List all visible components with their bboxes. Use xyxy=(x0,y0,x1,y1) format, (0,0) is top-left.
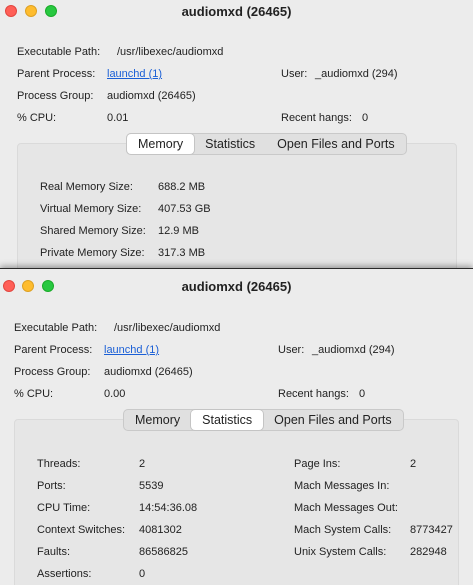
statistics-panel: Threads: 2 Ports: 5539 CPU Time: 14:54:3… xyxy=(14,419,459,585)
process-group-label: Process Group: xyxy=(14,366,91,378)
tab-memory[interactable]: Memory xyxy=(124,410,191,430)
tab-open-files-and-ports[interactable]: Open Files and Ports xyxy=(266,134,405,154)
parent-process-label: Parent Process: xyxy=(17,68,96,80)
memory-label: Private Memory Size: xyxy=(40,247,145,259)
executable-path-label: Executable Path: xyxy=(17,46,101,58)
memory-panel: Real Memory Size: 688.2 MB Virtual Memor… xyxy=(17,143,457,268)
process-window-statistics: audiomxd (26465) Executable Path: /usr/l… xyxy=(0,268,473,585)
stat-value: 8773427 xyxy=(410,524,453,536)
stat-label: Unix System Calls: xyxy=(294,546,387,558)
parent-process-link[interactable]: launchd (1) xyxy=(107,68,162,80)
window-title: audiomxd (26465) xyxy=(181,279,292,294)
title-bar: audiomxd (26465) xyxy=(0,0,473,24)
stat-label: Mach Messages Out: xyxy=(294,502,398,514)
process-group-label: Process Group: xyxy=(17,90,94,102)
executable-path-label: Executable Path: xyxy=(14,322,98,334)
stat-value: 2 xyxy=(410,458,417,470)
tab-open-files-and-ports[interactable]: Open Files and Ports xyxy=(263,410,402,430)
memory-value: 407.53 GB xyxy=(158,203,211,215)
memory-label: Shared Memory Size: xyxy=(40,225,146,237)
memory-value: 12.9 MB xyxy=(158,225,199,237)
window-title: audiomxd (26465) xyxy=(181,4,292,19)
stat-value: 4081302 xyxy=(139,524,182,536)
executable-path-value: /usr/libexec/audiomxd xyxy=(114,322,221,334)
process-group-value: audiomxd (26465) xyxy=(107,90,196,102)
stat-label: Context Switches: xyxy=(37,524,126,536)
stat-label: Faults: xyxy=(37,546,71,558)
cpu-value: 0.01 xyxy=(107,112,129,124)
process-group-value: audiomxd (26465) xyxy=(104,366,193,378)
stat-label: Assertions: xyxy=(37,568,92,580)
tab-statistics[interactable]: Statistics xyxy=(194,134,266,154)
stat-label: Ports: xyxy=(37,480,66,492)
title-bar: audiomxd (26465) xyxy=(0,269,473,294)
recent-hangs-value: 0 xyxy=(362,112,369,124)
user-value: _audiomxd (294) xyxy=(315,68,398,80)
executable-path-value: /usr/libexec/audiomxd xyxy=(117,46,224,58)
tab-bar: Memory Statistics Open Files and Ports xyxy=(126,133,407,155)
stat-value: 282948 xyxy=(410,546,447,558)
stat-label: CPU Time: xyxy=(37,502,91,514)
tab-statistics[interactable]: Statistics xyxy=(191,410,264,430)
tab-memory[interactable]: Memory xyxy=(127,134,195,154)
stat-value: 86586825 xyxy=(139,546,188,558)
user-label: User: xyxy=(281,68,308,80)
memory-label: Real Memory Size: xyxy=(40,181,133,193)
stat-value: 14:54:36.08 xyxy=(139,502,198,514)
stat-label: Page Ins: xyxy=(294,458,341,470)
recent-hangs-label: Recent hangs: xyxy=(281,112,352,124)
user-label: User: xyxy=(278,344,305,356)
memory-value: 317.3 MB xyxy=(158,247,206,259)
cpu-label: % CPU: xyxy=(17,112,57,124)
parent-process-link[interactable]: launchd (1) xyxy=(104,344,159,356)
memory-label: Virtual Memory Size: xyxy=(40,203,142,215)
cpu-value: 0.00 xyxy=(104,388,126,400)
stat-value: 0 xyxy=(139,568,146,580)
process-window-memory: audiomxd (26465) Executable Path: /usr/l… xyxy=(0,0,473,268)
stat-label: Mach Messages In: xyxy=(294,480,390,492)
memory-value: 688.2 MB xyxy=(158,181,206,193)
user-value: _audiomxd (294) xyxy=(312,344,395,356)
stat-label: Mach System Calls: xyxy=(294,524,392,536)
stat-value: 5539 xyxy=(139,480,164,492)
parent-process-label: Parent Process: xyxy=(14,344,93,356)
recent-hangs-value: 0 xyxy=(359,388,366,400)
tab-bar: Memory Statistics Open Files and Ports xyxy=(123,409,404,431)
recent-hangs-label: Recent hangs: xyxy=(278,388,349,400)
stat-label: Threads: xyxy=(37,458,81,470)
cpu-label: % CPU: xyxy=(14,388,54,400)
stat-value: 2 xyxy=(139,458,146,470)
